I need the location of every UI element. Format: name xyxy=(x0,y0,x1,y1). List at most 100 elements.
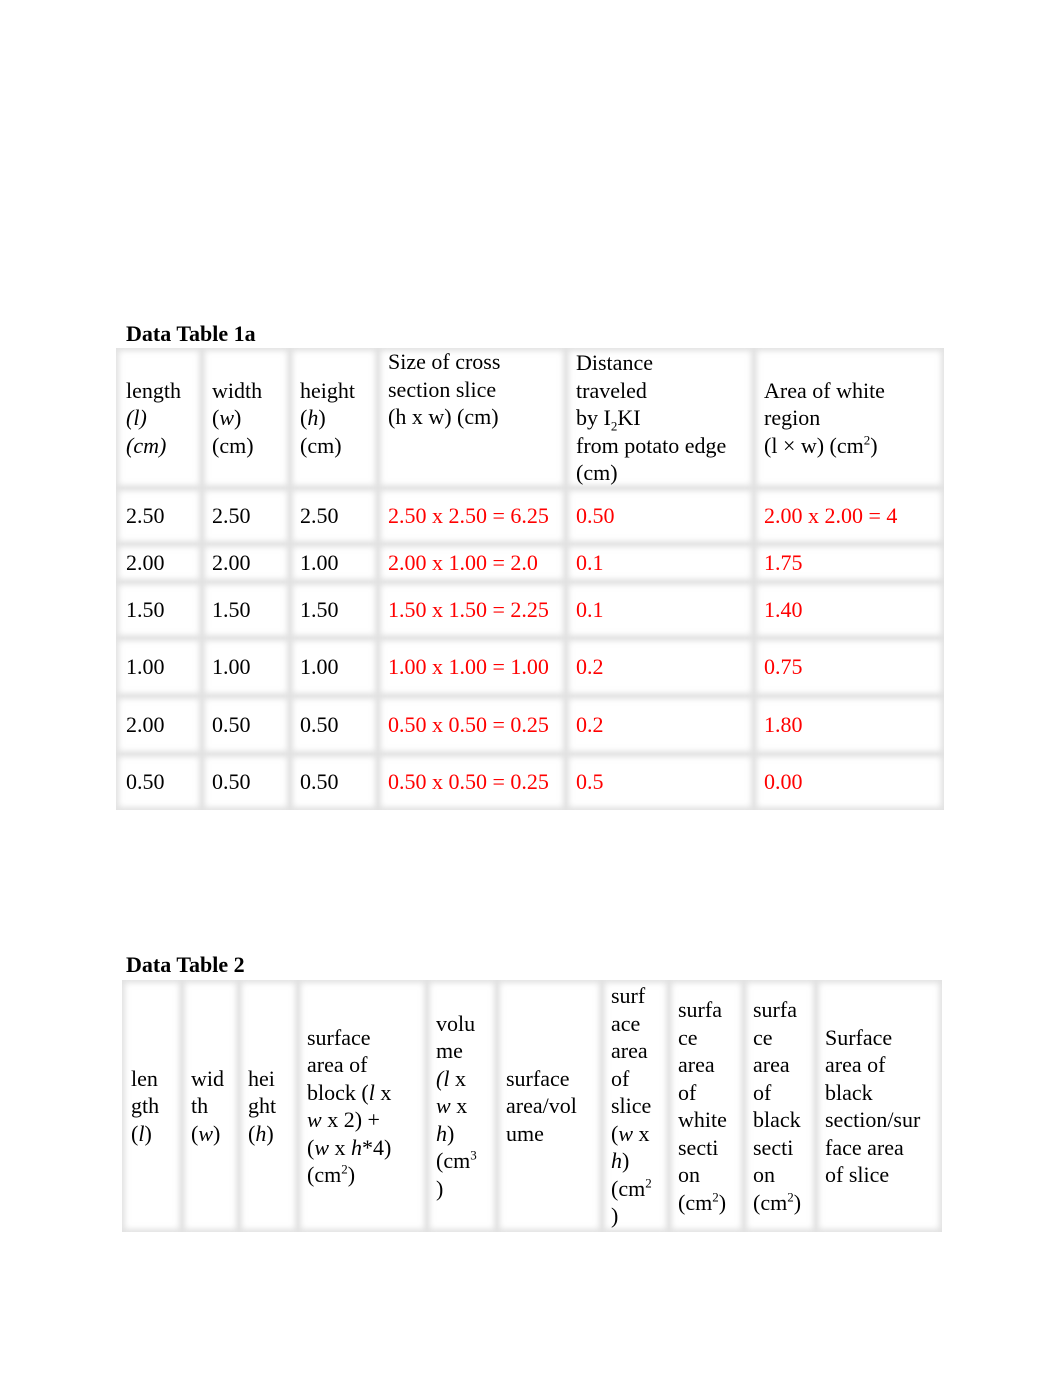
header-text: ) xyxy=(144,1120,152,1146)
header-text: h xyxy=(611,1148,622,1174)
header-text: x xyxy=(449,1065,466,1091)
cell-width: 1.00 xyxy=(202,638,290,696)
cell-distance: 0.1 xyxy=(566,544,754,582)
cell-distance: 0.1 xyxy=(566,582,754,638)
header-text: traveled xyxy=(576,377,647,403)
header-text: KI xyxy=(617,405,641,431)
cell-width: 0.50 xyxy=(202,754,290,810)
header-text: wid xyxy=(191,1065,224,1091)
cell-cross-section: 1.00 x 1.00 = 1.00 xyxy=(378,638,566,696)
cell-white-area: 0.75 xyxy=(754,638,944,696)
cell-distance: 0.50 xyxy=(566,488,754,544)
header-text: w xyxy=(219,405,235,431)
cell-white-area: 0.00 xyxy=(754,754,944,810)
header-text: ) xyxy=(622,1148,630,1174)
table-row: 2.00 2.00 1.00 2.00 x 1.00 = 2.0 0.1 1.75 xyxy=(116,544,944,582)
header-text: (cm) xyxy=(126,432,167,458)
header-text: x xyxy=(450,1093,468,1119)
cell-length: 2.00 xyxy=(116,544,202,582)
header-text: Size of cross xyxy=(388,349,501,374)
header-block-surface-area: surface area of block (l x w x 2) + (w x… xyxy=(298,980,427,1232)
header-text: section/sur xyxy=(825,1107,921,1132)
header-text: surf xyxy=(611,983,646,1009)
header-text: x xyxy=(633,1120,650,1146)
header-height: hei ght (h) xyxy=(239,980,298,1232)
header-text: ce xyxy=(753,1024,773,1050)
header-text: 3 xyxy=(470,1147,477,1163)
header-black-surface-area: surfa ce area of black secti on (cm2) xyxy=(744,980,816,1232)
header-text: by I xyxy=(576,405,611,431)
header-text: of xyxy=(611,1065,630,1091)
header-text: ) xyxy=(447,1120,455,1146)
header-text: (cm xyxy=(678,1189,713,1215)
header-text: (l xyxy=(436,1065,450,1091)
cell-distance: 0.2 xyxy=(566,696,754,754)
cell-height: 0.50 xyxy=(290,754,378,810)
header-text: area xyxy=(678,1052,715,1077)
header-text: on xyxy=(678,1162,700,1187)
header-text: ) xyxy=(266,1120,274,1146)
header-text: ) xyxy=(793,1189,802,1215)
cell-height: 0.50 xyxy=(290,696,378,754)
header-text: of slice xyxy=(825,1162,890,1187)
cell-length: 1.00 xyxy=(116,638,202,696)
header-text: 2 xyxy=(645,1175,652,1191)
cell-white-area: 1.40 xyxy=(754,582,944,638)
cell-length: 2.00 xyxy=(116,696,202,754)
header-text: black xyxy=(825,1079,873,1105)
header-width: width (w) (cm) xyxy=(202,348,290,488)
header-cross-section: Size of cross section slice (h x w) (cm) xyxy=(378,348,566,488)
cell-cross-section: 0.50 x 0.50 = 0.25 xyxy=(378,754,566,810)
header-white-surface-area: surfa ce area of white secti on (cm2) xyxy=(669,980,744,1232)
table2-header-row: len gth (l) wid th (w) hei ght (h) surfa… xyxy=(122,980,942,1232)
header-text: x xyxy=(329,1134,352,1160)
header-text: surfa xyxy=(753,997,797,1022)
table2-caption: Data Table 2 xyxy=(126,952,245,977)
table-row: 0.50 0.50 0.50 0.50 x 0.50 = 0.25 0.5 0.00 xyxy=(116,754,944,810)
header-text: face area xyxy=(825,1134,904,1160)
header-text: w xyxy=(436,1093,451,1119)
header-text: black xyxy=(753,1107,801,1132)
header-text: section slice xyxy=(388,376,497,402)
header-text: from potato edge xyxy=(576,432,727,458)
header-text: area of xyxy=(307,1052,368,1077)
header-text: gth xyxy=(131,1093,160,1119)
header-text: (cm xyxy=(307,1162,342,1187)
header-text: area of xyxy=(825,1052,886,1077)
header-text: w xyxy=(314,1134,330,1160)
header-text: area xyxy=(611,1038,648,1064)
cell-height: 1.00 xyxy=(290,638,378,696)
header-text: surface xyxy=(307,1024,371,1050)
header-text: (cm) xyxy=(212,432,254,458)
header-text: (cm xyxy=(753,1189,788,1215)
header-text: h xyxy=(255,1120,267,1146)
header-text: (cm xyxy=(436,1148,471,1174)
cell-white-area: 1.75 xyxy=(754,544,944,582)
header-text: hei xyxy=(248,1065,275,1091)
header-text: x 2) + xyxy=(321,1107,380,1132)
header-text: secti xyxy=(678,1134,719,1160)
header-text: surface xyxy=(506,1065,570,1091)
header-width: wid th (w) xyxy=(182,980,239,1232)
header-text: (cm) xyxy=(300,432,342,458)
header-text: len xyxy=(131,1065,158,1091)
header-text: area/vol xyxy=(506,1093,577,1119)
header-text: surfa xyxy=(678,997,722,1022)
header-text: x xyxy=(374,1079,392,1105)
cell-cross-section: 2.00 x 1.00 = 2.0 xyxy=(378,544,566,582)
table1-header-row: length (l) (cm) width (w) (cm) height (h… xyxy=(116,348,944,488)
header-text: ) xyxy=(870,432,878,458)
cell-width: 0.50 xyxy=(202,696,290,754)
cell-width: 2.50 xyxy=(202,488,290,544)
header-text: area xyxy=(753,1052,790,1077)
table1-caption: Data Table 1a xyxy=(126,321,256,346)
header-text: volu xyxy=(436,1010,476,1036)
header-text: Distance xyxy=(576,350,653,376)
header-text: ) xyxy=(234,405,242,431)
header-text: Area of white xyxy=(764,377,885,403)
header-text: on xyxy=(753,1162,775,1187)
header-text: ) xyxy=(718,1189,727,1215)
header-length: len gth (l) xyxy=(122,980,182,1232)
header-slice-surface-area: surf ace area of slice (w x h) (cm2 ) xyxy=(602,980,669,1232)
header-text: ume xyxy=(506,1120,544,1146)
